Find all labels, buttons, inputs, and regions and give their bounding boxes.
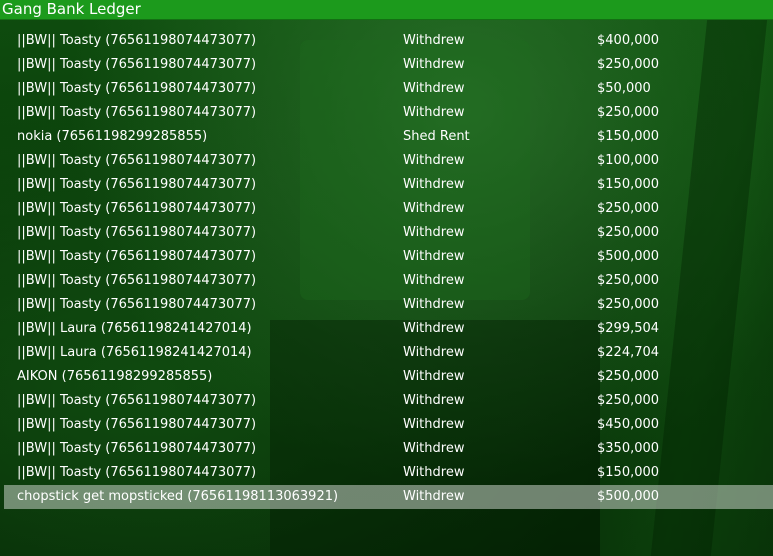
ledger-row[interactable]: ||BW|| Toasty (76561198074473077) Withdre…: [0, 53, 773, 77]
ledger-row[interactable]: ||BW|| Toasty (76561198074473077) Withdre…: [0, 293, 773, 317]
ledger-amount: $250,000: [597, 273, 660, 288]
ledger-amount: $150,000: [597, 465, 660, 480]
ledger-row[interactable]: ||BW|| Toasty (76561198074473077) Withdre…: [0, 413, 773, 437]
ledger-action: Withdrew: [403, 297, 465, 312]
ledger-row[interactable]: AIKON (76561198299285855) Withdrew $250,00…: [0, 365, 773, 389]
ledger-list[interactable]: ||BW|| Toasty (76561198074473077) Withdre…: [0, 29, 773, 509]
ledger-action: Shed Rent: [403, 129, 470, 144]
ledger-player: AIKON (76561198299285855): [17, 369, 213, 384]
ledger-player: ||BW|| Toasty (76561198074473077): [17, 417, 257, 432]
ledger-action: Withdrew: [403, 153, 465, 168]
ledger-action: Withdrew: [403, 225, 465, 240]
ledger-player: ||BW|| Toasty (76561198074473077): [17, 153, 257, 168]
ledger-amount: $299,504: [597, 321, 660, 336]
ledger-amount: $250,000: [597, 201, 660, 216]
ledger-row[interactable]: ||BW|| Toasty (76561198074473077) Withdre…: [0, 389, 773, 413]
ledger-amount: $250,000: [597, 225, 660, 240]
ledger-row[interactable]: ||BW|| Toasty (76561198074473077) Withdre…: [0, 245, 773, 269]
ledger-player: ||BW|| Toasty (76561198074473077): [17, 249, 257, 264]
ledger-row[interactable]: ||BW|| Toasty (76561198074473077) Withdre…: [0, 173, 773, 197]
ledger-action: Withdrew: [403, 33, 465, 48]
ledger-player: ||BW|| Toasty (76561198074473077): [17, 201, 257, 216]
ledger-row[interactable]: ||BW|| Laura (76561198241427014) Withdrew…: [0, 341, 773, 365]
ledger-player: nokia (76561198299285855): [17, 129, 208, 144]
ledger-action: Withdrew: [403, 465, 465, 480]
ledger-player: ||BW|| Toasty (76561198074473077): [17, 273, 257, 288]
ledger-player: ||BW|| Toasty (76561198074473077): [17, 105, 257, 120]
ledger-action: Withdrew: [403, 57, 465, 72]
ledger-action: Withdrew: [403, 201, 465, 216]
ledger-title-bar: Gang Bank Ledger: [0, 0, 773, 20]
ledger-amount: $150,000: [597, 177, 660, 192]
ledger-amount: $50,000: [597, 81, 651, 96]
ledger-action: Withdrew: [403, 105, 465, 120]
ledger-amount: $500,000: [597, 489, 660, 504]
ledger-action: Withdrew: [403, 393, 465, 408]
ledger-row[interactable]: ||BW|| Toasty (76561198074473077) Withdre…: [0, 437, 773, 461]
ledger-player: ||BW|| Toasty (76561198074473077): [17, 225, 257, 240]
ledger-amount: $250,000: [597, 369, 660, 384]
ledger-row[interactable]: ||BW|| Toasty (76561198074473077) Withdre…: [0, 269, 773, 293]
ledger-player: ||BW|| Laura (76561198241427014): [17, 321, 252, 336]
ledger-player: ||BW|| Toasty (76561198074473077): [17, 81, 257, 96]
ledger-amount: $150,000: [597, 129, 660, 144]
ledger-row[interactable]: ||BW|| Toasty (76561198074473077) Withdre…: [0, 101, 773, 125]
ledger-player: ||BW|| Toasty (76561198074473077): [17, 57, 257, 72]
ledger-amount: $250,000: [597, 393, 660, 408]
ledger-player: chopstick get mopsticked (76561198113063…: [17, 489, 339, 504]
ledger-row[interactable]: ||BW|| Toasty (76561198074473077) Withdre…: [0, 221, 773, 245]
ledger-action: Withdrew: [403, 321, 465, 336]
ledger-player: ||BW|| Laura (76561198241427014): [17, 345, 252, 360]
ledger-amount: $250,000: [597, 297, 660, 312]
ledger-amount: $224,704: [597, 345, 660, 360]
ledger-action: Withdrew: [403, 345, 465, 360]
ledger-action: Withdrew: [403, 177, 465, 192]
ledger-player: ||BW|| Toasty (76561198074473077): [17, 33, 257, 48]
ledger-action: Withdrew: [403, 249, 465, 264]
ledger-row[interactable]: ||BW|| Toasty (76561198074473077) Withdre…: [0, 149, 773, 173]
ledger-amount: $450,000: [597, 417, 660, 432]
ledger-row[interactable]: ||BW|| Toasty (76561198074473077) Withdre…: [0, 77, 773, 101]
ledger-row[interactable]: ||BW|| Toasty (76561198074473077) Withdre…: [0, 197, 773, 221]
ledger-player: ||BW|| Toasty (76561198074473077): [17, 393, 257, 408]
ledger-player: ||BW|| Toasty (76561198074473077): [17, 297, 257, 312]
ledger-player: ||BW|| Toasty (76561198074473077): [17, 177, 257, 192]
ledger-player: ||BW|| Toasty (76561198074473077): [17, 441, 257, 456]
ledger-title: Gang Bank Ledger: [2, 0, 141, 18]
ledger-amount: $350,000: [597, 441, 660, 456]
ledger-amount: $250,000: [597, 105, 660, 120]
ledger-amount: $100,000: [597, 153, 660, 168]
ledger-amount: $250,000: [597, 57, 660, 72]
ledger-row[interactable]: ||BW|| Toasty (76561198074473077) Withdre…: [0, 29, 773, 53]
ledger-action: Withdrew: [403, 369, 465, 384]
ledger-row[interactable]: nokia (76561198299285855) Shed Rent $150,0…: [0, 125, 773, 149]
ledger-amount: $400,000: [597, 33, 660, 48]
ledger-action: Withdrew: [403, 441, 465, 456]
ledger-amount: $500,000: [597, 249, 660, 264]
ledger-action: Withdrew: [403, 489, 465, 504]
ledger-action: Withdrew: [403, 273, 465, 288]
game-screen: Gang Bank Ledger ||BW|| Toasty (76561198…: [0, 0, 773, 556]
ledger-action: Withdrew: [403, 417, 465, 432]
ledger-row[interactable]: ||BW|| Laura (76561198241427014) Withdrew…: [0, 317, 773, 341]
ledger-row[interactable]: chopstick get mopsticked (76561198113063…: [4, 485, 773, 509]
ledger-player: ||BW|| Toasty (76561198074473077): [17, 465, 257, 480]
ledger-row[interactable]: ||BW|| Toasty (76561198074473077) Withdre…: [0, 461, 773, 485]
ledger-action: Withdrew: [403, 81, 465, 96]
